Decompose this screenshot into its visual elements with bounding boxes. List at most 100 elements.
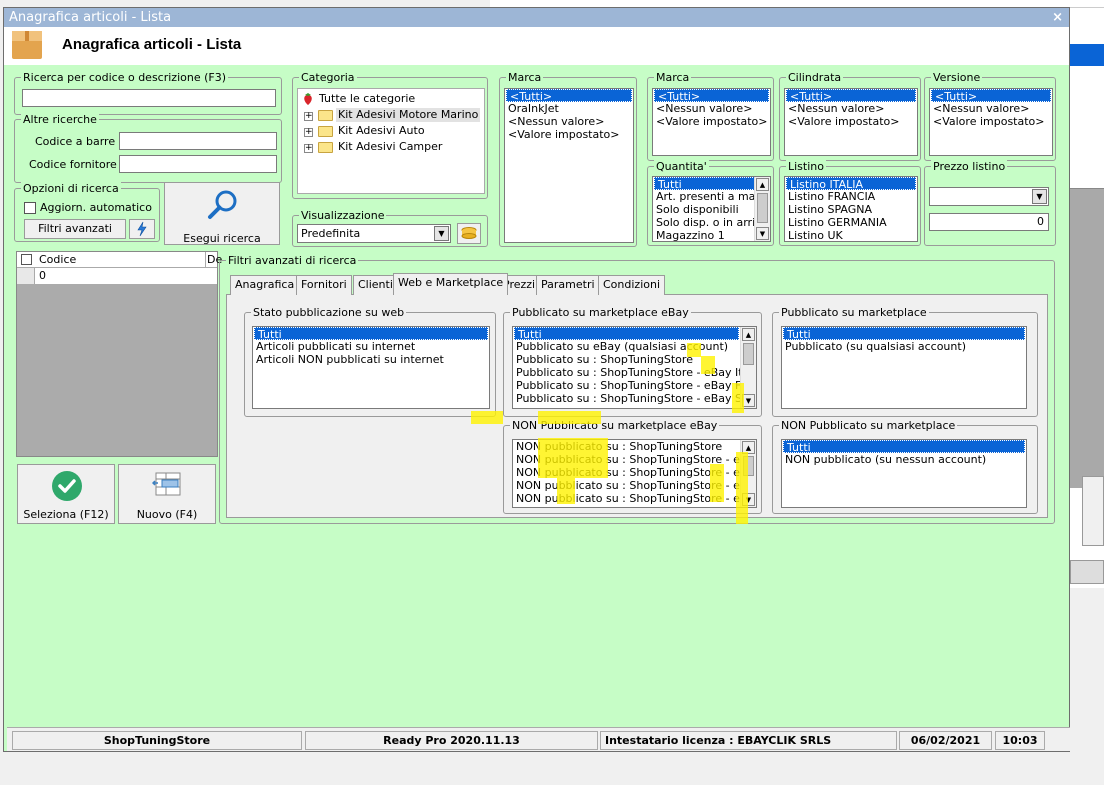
scroll-down-icon[interactable]: ▼ [756, 227, 769, 240]
list-item[interactable]: Listino UK [785, 229, 917, 241]
strawberry-icon [304, 93, 312, 105]
list-item[interactable]: Listino ITALIA [786, 177, 916, 191]
table-row[interactable]: 0 [17, 268, 217, 284]
marca-list[interactable]: <Tutti> OraInkJet <Nessun valore> <Valor… [504, 88, 634, 243]
highlight-mark [710, 464, 724, 502]
tab-clienti[interactable]: Clienti [353, 275, 398, 295]
view-select[interactable]: Predefinita ▼ [297, 224, 451, 243]
execute-search-button[interactable]: Esegui ricerca [164, 182, 280, 245]
close-icon[interactable]: × [1052, 8, 1063, 27]
list-item[interactable]: <Nessun valore> [785, 102, 917, 115]
folder-icon [318, 126, 333, 137]
barcode-input[interactable] [119, 132, 277, 150]
list-item[interactable]: OraInkJet [505, 102, 633, 115]
lightning-button[interactable] [129, 219, 155, 239]
search-input[interactable] [22, 89, 276, 107]
expand-icon[interactable]: + [304, 144, 313, 153]
column-header-code[interactable]: Codice [39, 253, 76, 266]
advanced-filters-button[interactable]: Filtri avanzati [24, 219, 126, 239]
tab-condizioni[interactable]: Condizioni [598, 275, 666, 295]
cilindrata-list[interactable]: <Tutti> <Nessun valore> <Valore impostat… [784, 88, 918, 156]
list-item[interactable]: Listino GERMANIA [785, 216, 917, 229]
list-item[interactable]: <Valore impostato> [505, 128, 633, 141]
list-item[interactable]: <Valore impostato> [930, 115, 1052, 128]
category-item[interactable]: Kit Adesivi Auto [338, 124, 425, 138]
marca2-list[interactable]: <Tutti> <Nessun valore> <Valore impostat… [652, 88, 771, 156]
list-item[interactable]: Tutti [783, 440, 1025, 454]
list-item[interactable]: <Nessun valore> [653, 102, 770, 115]
list-item[interactable]: Listino SPAGNA [785, 203, 917, 216]
list-item[interactable]: <Nessun valore> [930, 102, 1052, 115]
list-item[interactable]: Solo disp. o in arrivo [653, 216, 770, 229]
list-item[interactable]: <Valore impostato> [785, 115, 917, 128]
list-item[interactable]: Listino FRANCIA [785, 190, 917, 203]
status-store: ShopTuningStore [12, 731, 302, 750]
listino-group: Listino Listino ITALIA Listino FRANCIA L… [779, 160, 921, 246]
tab-parametri[interactable]: Parametri [536, 275, 600, 295]
folder-icon [318, 142, 333, 153]
expand-icon[interactable]: + [304, 128, 313, 137]
quantita-list[interactable]: Tutti Art. presenti a maga Solo disponib… [652, 176, 771, 242]
tab-fornitori[interactable]: Fornitori [296, 275, 352, 295]
chevron-down-icon[interactable]: ▼ [1032, 189, 1047, 204]
results-grid[interactable]: Codice De 0 [16, 251, 222, 457]
prezzo-input[interactable]: 0 [929, 213, 1049, 231]
versione-list[interactable]: <Tutti> <Nessun valore> <Valore impostat… [929, 88, 1053, 156]
list-item[interactable]: Pubblicato su : ShopTuningStore - eBay S… [513, 392, 756, 405]
listino-list[interactable]: Listino ITALIA Listino FRANCIA Listino S… [784, 176, 918, 242]
supplier-code-input[interactable] [119, 155, 277, 173]
category-root[interactable]: Tutte le categorie [319, 92, 415, 106]
expand-icon[interactable]: + [304, 112, 313, 121]
list-item[interactable]: Solo disponibili [653, 203, 770, 216]
list-item[interactable]: Pubblicato (su qualsiasi account) [782, 340, 1026, 353]
auto-update-label: Aggiorn. automatico [40, 201, 152, 214]
highlight-mark [701, 356, 715, 374]
list-item[interactable]: Articoli NON pubblicati su internet [253, 353, 489, 366]
list-item[interactable]: Pubblicato su : ShopTuningStore - eBay I… [513, 366, 756, 379]
list-item[interactable]: <Nessun valore> [505, 115, 633, 128]
list-item[interactable]: Tutti [654, 177, 769, 191]
web-status-list[interactable]: Tutti Articoli pubblicati su internet Ar… [252, 326, 490, 409]
tab-web-marketplace[interactable]: Web e Marketplace [393, 273, 509, 295]
search-group: Ricerca per codice o descrizione (F3) [14, 71, 282, 115]
list-item[interactable]: <Tutti> [786, 89, 916, 103]
window-title: Anagrafica articoli - Lista [9, 10, 172, 25]
list-item[interactable]: NON pubblicato (su nessun account) [782, 453, 1026, 466]
filter-tabs: Anagrafica Fornitori Clienti Web e Marke… [228, 273, 928, 295]
category-tree[interactable]: Tutte le categorie + Kit Adesivi Motore … [297, 88, 485, 194]
category-item[interactable]: Kit Adesivi Camper [338, 140, 442, 154]
list-item[interactable]: Articoli pubblicati su internet [253, 340, 489, 353]
select-all-checkbox[interactable] [21, 254, 32, 265]
lightning-icon [137, 221, 147, 237]
list-item[interactable]: Magazzino 1 [653, 229, 770, 241]
prezzo-select[interactable]: ▼ [929, 187, 1049, 206]
list-item[interactable]: Tutti [254, 327, 488, 341]
list-item[interactable]: <Valore impostato> [653, 115, 770, 128]
scroll-up-icon[interactable]: ▲ [742, 328, 755, 341]
list-item[interactable]: Tutti [783, 327, 1025, 341]
marca2-group: Marca <Tutti> <Nessun valore> <Valore im… [647, 71, 774, 161]
list-item[interactable]: <Tutti> [506, 89, 632, 103]
scrollbar[interactable]: ▲ ▼ [754, 177, 770, 241]
view-settings-button[interactable] [457, 223, 481, 244]
select-button[interactable]: Seleziona (F12) [17, 464, 115, 524]
marketplace-published-list[interactable]: Tutti Pubblicato (su qualsiasi account) [781, 326, 1027, 409]
highlight-mark [557, 478, 575, 504]
list-item[interactable]: Tutti [514, 327, 739, 341]
tab-anagrafica[interactable]: Anagrafica [230, 275, 300, 295]
list-item[interactable]: <Tutti> [931, 89, 1051, 103]
scroll-up-icon[interactable]: ▲ [756, 178, 769, 191]
list-item[interactable]: <Tutti> [654, 89, 769, 103]
list-item[interactable]: Art. presenti a maga [653, 190, 770, 203]
highlight-mark [538, 438, 608, 478]
new-button[interactable]: Nuovo (F4) [118, 464, 216, 524]
list-item[interactable]: Pubblicato su eBay (qualsiasi account) [513, 340, 756, 353]
list-item[interactable]: Pubblicato su : ShopTuningStore [513, 353, 756, 366]
list-item[interactable]: Pubblicato su : ShopTuningStore - eBay F… [513, 379, 756, 392]
chevron-down-icon[interactable]: ▼ [434, 226, 449, 241]
auto-update-checkbox[interactable] [24, 202, 36, 214]
marketplace-not-published-list[interactable]: Tutti NON pubblicato (su nessun account) [781, 439, 1027, 508]
category-item[interactable]: Kit Adesivi Motore Marino [336, 108, 481, 122]
highlight-mark [736, 452, 748, 524]
ebay-published-list[interactable]: Tutti Pubblicato su eBay (qualsiasi acco… [512, 326, 757, 409]
